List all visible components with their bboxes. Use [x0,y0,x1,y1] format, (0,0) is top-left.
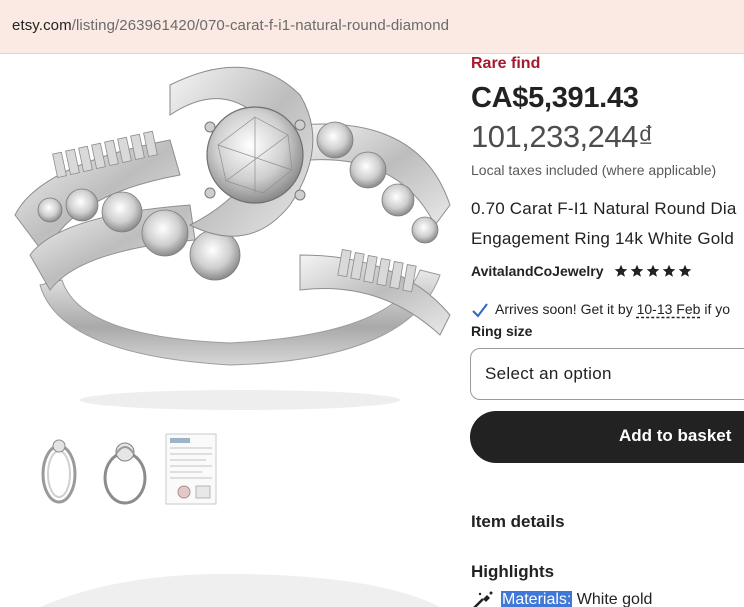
arrival-text: Arrives soon! Get it by [495,301,637,317]
address-bar[interactable]: etsy.com/listing/263961420/070-carat-f-i… [0,0,744,54]
check-icon [472,303,488,318]
materials-row: Materials: White gold [471,590,652,607]
select-placeholder: Select an option [485,364,612,383]
add-to-basket-label: Add to basket [619,426,732,445]
url-path: /listing/263961420/070-carat-f-i1-natura… [71,17,450,34]
materials-value: White gold [572,591,653,607]
star-icon [678,264,692,277]
materials-icon [473,591,493,607]
taxes-note: Local taxes included (where applicable) [471,162,717,178]
thumbnail-ring-front[interactable] [96,430,154,508]
star-icon [630,264,644,277]
materials-label: Materials: [501,591,573,607]
price: CA$5,391.43 [471,82,639,114]
arrival-suffix: if yo [700,301,731,317]
secondary-product-image[interactable] [0,572,465,607]
rare-find-badge: Rare find [471,55,541,72]
ring-size-label: Ring size [471,323,533,339]
arrival-notice: Arrives soon! Get it by 10-13 Feb if yo [471,301,730,321]
url-text[interactable]: etsy.com/listing/263961420/070-carat-f-i… [12,17,449,34]
highlights-heading: Highlights [471,562,555,581]
star-icon [662,264,676,277]
shop-name-link[interactable]: AvitalandCoJewelry [471,263,604,279]
product-title-line-2: Engagement Ring 14k White Gold [471,229,735,248]
product-title-line-1: 0.70 Carat F-I1 Natural Round Dia [471,199,737,218]
ring-illustration [14,66,451,410]
rating-stars[interactable] [614,262,694,280]
converted-price: 101,233,244₫ [471,119,654,154]
arrival-date[interactable]: 10-13 Feb [637,301,701,317]
main-product-image[interactable] [0,55,465,417]
product-info-panel: Rare find CA$5,391.43 101,233,244₫ Local… [470,55,744,607]
star-icon [646,264,660,277]
item-details-heading[interactable]: Item details [471,512,565,532]
thumbnail-certificate[interactable] [162,430,220,508]
star-icon [614,264,628,277]
thumbnail-ring-side[interactable] [30,430,88,508]
ring-size-select[interactable]: Select an option [470,348,744,400]
add-to-basket-button[interactable]: Add to basket [470,411,744,463]
url-host: etsy.com [12,17,72,34]
shop-row: AvitalandCoJewelry [471,262,694,282]
